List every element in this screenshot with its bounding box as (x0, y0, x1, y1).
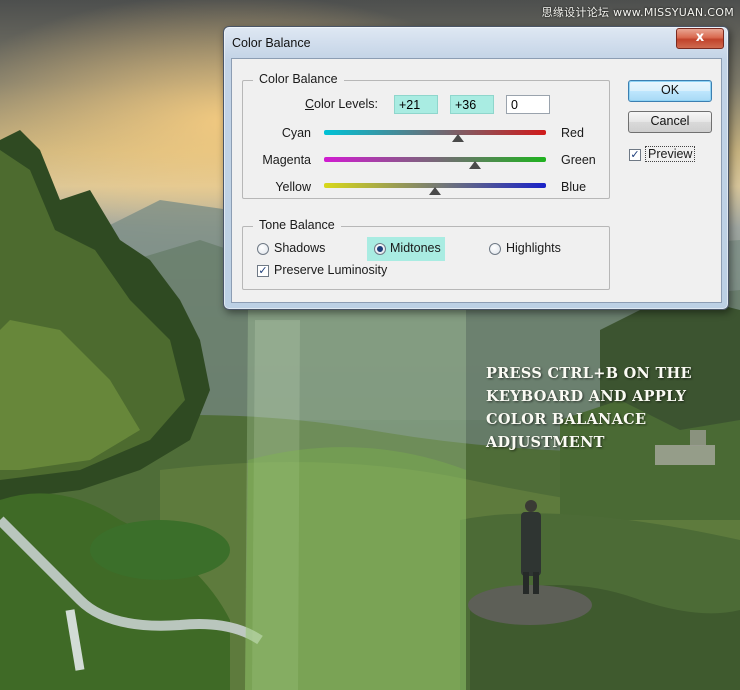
level-field-magenta-green[interactable]: +36 (450, 95, 494, 114)
caption-line: PRESS CTRL+B ON THE (486, 365, 692, 382)
slider-track-magenta-green[interactable] (324, 157, 546, 162)
group-title-tone-balance: Tone Balance (253, 218, 341, 232)
slider-label-cyan: Cyan (281, 126, 311, 140)
slider-label-yellow: Yellow (275, 180, 311, 194)
caption-line: KEYBOARD AND APPLY (486, 388, 687, 405)
slider-thumb-magenta-green[interactable] (468, 161, 481, 169)
close-button[interactable]: x (676, 28, 724, 49)
radio-label-midtones[interactable]: Midtones (390, 241, 441, 255)
caption-line: ADJUSTMENT (486, 434, 605, 451)
ok-button[interactable]: OK (628, 80, 712, 102)
color-levels-label: Color Levels: (305, 97, 378, 111)
slider-track-cyan-red[interactable] (324, 130, 546, 135)
preserve-luminosity-label[interactable]: Preserve Luminosity (274, 263, 387, 277)
slider-thumb-cyan-red[interactable] (452, 134, 465, 142)
checkmark-icon: ✓ (258, 264, 268, 277)
caption-line: COLOR BALANACE (486, 411, 647, 428)
preview-label[interactable]: Preview (645, 146, 696, 162)
level-field-cyan-red[interactable]: +21 (394, 95, 438, 114)
color-balance-group: Color Balance Color Levels: +21 +36 0 Cy… (242, 72, 610, 199)
preserve-luminosity-checkbox[interactable]: ✓ (257, 265, 269, 277)
level-field-yellow-blue[interactable]: 0 (506, 95, 550, 114)
radio-shadows[interactable] (257, 243, 269, 255)
group-title-color-balance: Color Balance (253, 72, 344, 86)
cancel-button[interactable]: Cancel (628, 111, 712, 133)
radio-midtones[interactable] (374, 243, 386, 255)
radio-highlights[interactable] (489, 243, 501, 255)
watermark-text: 思缘设计论坛 www.MISSYUAN.COM (541, 6, 734, 19)
slider-label-blue: Blue (561, 180, 587, 194)
radio-label-shadows[interactable]: Shadows (274, 241, 325, 255)
color-balance-dialog: Color Balance x Color Balance Color Leve… (223, 26, 729, 310)
title-bar[interactable]: Color Balance x (224, 27, 728, 59)
radio-label-highlights[interactable]: Highlights (506, 241, 561, 255)
preview-checkbox[interactable]: ✓ (629, 149, 641, 161)
slider-label-magenta: Magenta (262, 153, 311, 167)
tutorial-caption: PRESS CTRL+B ON THE KEYBOARD AND APPLY C… (486, 362, 726, 454)
close-icon: x (695, 30, 705, 45)
dialog-title: Color Balance (232, 36, 311, 50)
color-levels-label-text: olor Levels: (314, 97, 378, 111)
slider-label-green: Green (561, 153, 596, 167)
checkmark-icon: ✓ (630, 148, 640, 161)
dialog-body: Color Balance Color Levels: +21 +36 0 Cy… (231, 58, 722, 303)
slider-label-red: Red (561, 126, 584, 140)
radio-selected-dot (377, 246, 383, 252)
tone-balance-group: Tone Balance Shadows Midtones Highlights… (242, 218, 610, 290)
slider-thumb-yellow-blue[interactable] (429, 187, 441, 195)
